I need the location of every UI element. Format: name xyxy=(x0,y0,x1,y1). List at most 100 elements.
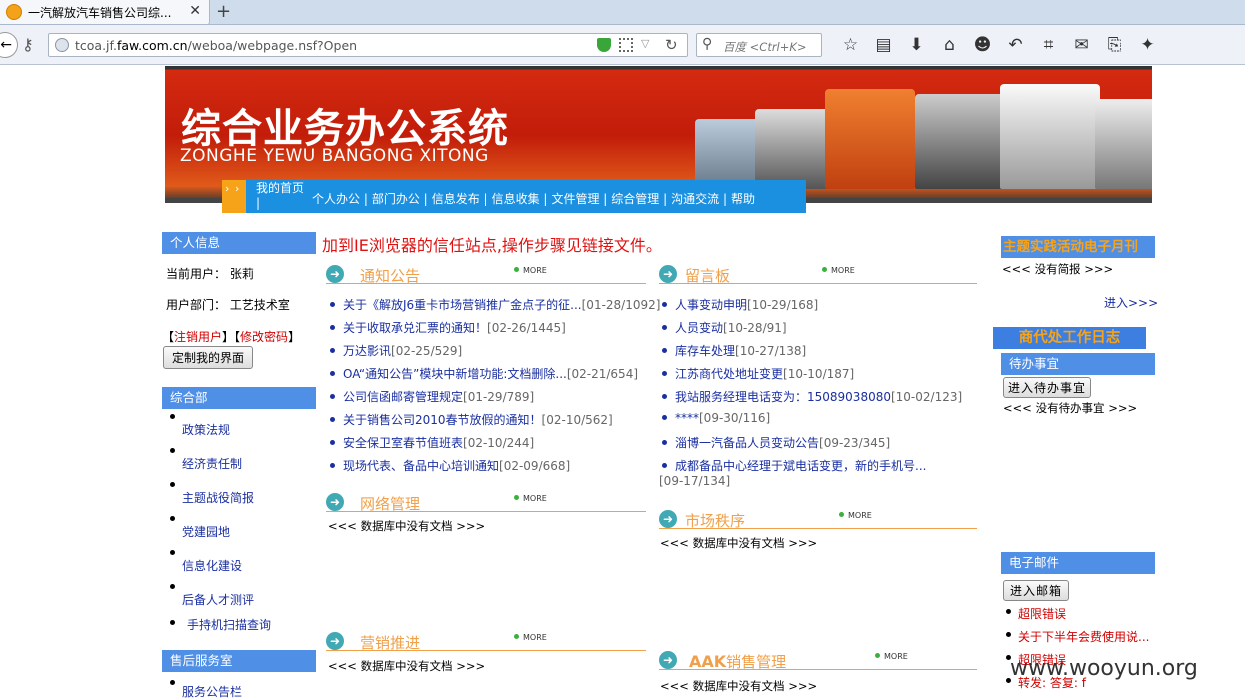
board-item-text[interactable]: 人事变动申明 xyxy=(675,298,747,312)
aak-more-link[interactable]: MORE xyxy=(875,652,908,661)
nav-collect[interactable]: 信息收集 | xyxy=(492,180,548,211)
change-password-link[interactable]: 修改密码 xyxy=(240,330,288,344)
nav-personal[interactable]: 个人办公 | xyxy=(312,180,368,211)
new-tab-icon[interactable]: + xyxy=(216,1,231,22)
extension-icon[interactable]: ✦ xyxy=(1131,33,1164,57)
dept-link[interactable]: 主题战役简报 xyxy=(182,489,254,506)
mail-item[interactable]: 关于下半年会费使用说... xyxy=(1018,628,1149,645)
shield-icon[interactable] xyxy=(597,38,611,52)
reading-list-icon[interactable]: ▤ xyxy=(867,33,900,57)
dept-link[interactable]: 党建园地 xyxy=(182,523,230,540)
board-item[interactable]: 库存车处理[10-27/138] xyxy=(662,342,806,359)
marketing-more-link[interactable]: MORE xyxy=(514,633,547,642)
undo-icon[interactable]: ↶ xyxy=(999,33,1032,57)
notice-title[interactable]: 通知公告 xyxy=(360,265,420,286)
nav-home[interactable]: 我的首页 | xyxy=(256,180,312,211)
work-log-title[interactable]: 商代处工作日志 xyxy=(993,327,1146,349)
board-item-text[interactable]: 我站服务经理电话变为：15089038080 xyxy=(675,390,891,404)
notice-item[interactable]: 关于《解放J6重卡市场营销推广金点子的征...[01-28/1092] xyxy=(330,296,660,313)
market-more-link[interactable]: MORE xyxy=(839,511,872,520)
close-tab-icon[interactable]: ✕ xyxy=(189,3,201,19)
dept-link[interactable]: 手持机扫描查询 xyxy=(187,616,271,633)
mail-item[interactable]: 超限错误 xyxy=(1018,605,1066,622)
enter-link[interactable]: 进入>>> xyxy=(1104,294,1158,311)
market-title[interactable]: 市场秩序 xyxy=(685,510,745,531)
dept-link[interactable]: 政策法规 xyxy=(182,421,230,438)
board-item[interactable]: ****[09-30/116] xyxy=(662,411,770,425)
arrow-circle-icon: ➜ xyxy=(326,632,344,650)
nav-publish[interactable]: 信息发布 | xyxy=(432,180,488,211)
notice-item-text[interactable]: OA“通知公告”模块中新增功能:文档删除... xyxy=(343,367,567,381)
smiley-icon[interactable]: ☻ xyxy=(966,33,999,57)
back-icon[interactable]: ← xyxy=(0,32,18,58)
notice-item-text[interactable]: 安全保卫室春节值班表 xyxy=(343,436,463,450)
bullet-icon xyxy=(170,620,175,625)
notice-item-text[interactable]: 关于收取承兑汇票的通知！ xyxy=(343,321,487,335)
notice-item-meta: [02-25/529] xyxy=(391,344,463,358)
board-item-text[interactable]: 成都备品中心经理于斌电话变更，新的手机号... xyxy=(675,459,926,473)
notice-item-text[interactable]: 公司信函邮寄管理规定 xyxy=(343,390,463,404)
board-item-text[interactable]: 库存车处理 xyxy=(675,344,735,358)
board-item[interactable]: 淄博一汽备品人员变动公告[09-23/345] xyxy=(662,434,890,451)
service-link[interactable]: 服务公告栏 xyxy=(182,683,242,700)
notice-item[interactable]: 关于销售公司2010春节放假的通知！[02-10/562] xyxy=(330,411,613,428)
url-bar[interactable]: tcoa.jf.faw.com.cn/weboa/webpage.nsf?Ope… xyxy=(48,33,688,57)
crop-icon[interactable]: ⌗ xyxy=(1032,33,1065,57)
dropdown-icon[interactable]: ▽ xyxy=(641,37,649,50)
dept-link[interactable]: 后备人才测评 xyxy=(182,591,254,608)
share-icon[interactable]: ⎘ xyxy=(1098,33,1131,57)
bookmark-star-icon[interactable]: ☆ xyxy=(834,33,867,57)
marketing-title[interactable]: 营销推进 xyxy=(360,632,420,653)
arrow-circle-icon: ➜ xyxy=(659,265,677,283)
home-icon[interactable]: ⌂ xyxy=(933,33,966,57)
board-more-link[interactable]: MORE xyxy=(822,266,855,275)
monthly-magazine-title[interactable]: 主题实践活动电子月刊 xyxy=(1001,236,1155,258)
notice-item-text[interactable]: 关于销售公司2010春节放假的通知！ xyxy=(343,413,542,427)
aak-title[interactable]: AAK销售管理 xyxy=(689,651,786,672)
search-bar[interactable]: ⚲ 百度 <Ctrl+K> xyxy=(696,33,822,57)
dept-link[interactable]: 经济责任制 xyxy=(182,455,242,472)
dept-link[interactable]: 信息化建设 xyxy=(182,557,242,574)
notice-item-text[interactable]: 关于《解放J6重卡市场营销推广金点子的征... xyxy=(343,298,582,312)
board-item[interactable]: 我站服务经理电话变为：15089038080[10-02/123] xyxy=(662,388,962,405)
board-title[interactable]: 留言板 xyxy=(685,265,730,286)
nav-department[interactable]: 部门办公 | xyxy=(372,180,428,211)
nav-files[interactable]: 文件管理 | xyxy=(551,180,607,211)
notice-item[interactable]: 关于收取承兑汇票的通知！[02-26/1445] xyxy=(330,319,566,336)
notice-item[interactable]: 现场代表、备品中心培训通知[02-09/668] xyxy=(330,457,570,474)
notice-item[interactable]: 公司信函邮寄管理规定[01-29/789] xyxy=(330,388,534,405)
todo-button[interactable]: 进入待办事宜 xyxy=(1003,377,1092,398)
notice-item[interactable]: OA“通知公告”模块中新增功能:文档删除...[02-21/654] xyxy=(330,365,638,382)
notice-item-text[interactable]: 万达影讯 xyxy=(343,344,391,358)
notice-item-text[interactable]: 现场代表、备品中心培训通知 xyxy=(343,459,499,473)
mail-button[interactable]: 进入邮箱 xyxy=(1003,580,1070,601)
board-item[interactable]: 人员变动[10-28/91] xyxy=(662,319,787,336)
board-item-text[interactable]: 淄博一汽备品人员变动公告 xyxy=(675,436,819,450)
reload-icon[interactable]: ↻ xyxy=(665,36,678,54)
url-text[interactable]: tcoa.jf.faw.com.cn/weboa/webpage.nsf?Ope… xyxy=(75,38,357,53)
board-item[interactable]: 江苏商代处地址变更[10-10/187] xyxy=(662,365,854,382)
account-links: 【注销用户】【修改密码】 xyxy=(162,330,301,344)
board-item-text[interactable]: 江苏商代处地址变更 xyxy=(675,367,783,381)
network-title[interactable]: 网络管理 xyxy=(360,493,420,514)
browser-tab[interactable]: 一汽解放汽车销售公司综... ✕ xyxy=(0,0,210,25)
customize-button[interactable]: 定制我的界面 xyxy=(163,346,254,369)
arrow-circle-icon: ➜ xyxy=(659,510,677,528)
notice-item[interactable]: 安全保卫室春节值班表[02-10/244] xyxy=(330,434,534,451)
nav-admin[interactable]: 综合管理 | xyxy=(611,180,667,211)
nav-help[interactable]: 帮助 xyxy=(731,180,755,211)
key-icon[interactable]: ⚷ xyxy=(22,35,34,54)
board-item-meta: [09-23/345] xyxy=(819,436,891,450)
board-item[interactable]: 成都备品中心经理于斌电话变更，新的手机号... xyxy=(662,457,926,474)
network-more-link[interactable]: MORE xyxy=(514,494,547,503)
notice-more-link[interactable]: MORE xyxy=(514,266,547,275)
nav-communicate[interactable]: 沟通交流 | xyxy=(671,180,727,211)
board-item-text[interactable]: **** xyxy=(675,411,699,425)
download-icon[interactable]: ⬇ xyxy=(900,33,933,57)
qr-code-icon[interactable] xyxy=(619,38,633,52)
logout-link[interactable]: 注销用户 xyxy=(174,330,222,344)
board-item[interactable]: 人事变动申明[10-29/168] xyxy=(662,296,818,313)
notice-item[interactable]: 万达影讯[02-25/529] xyxy=(330,342,462,359)
board-item-text[interactable]: 人员变动 xyxy=(675,321,723,335)
chat-icon[interactable]: ✉ xyxy=(1065,33,1098,57)
